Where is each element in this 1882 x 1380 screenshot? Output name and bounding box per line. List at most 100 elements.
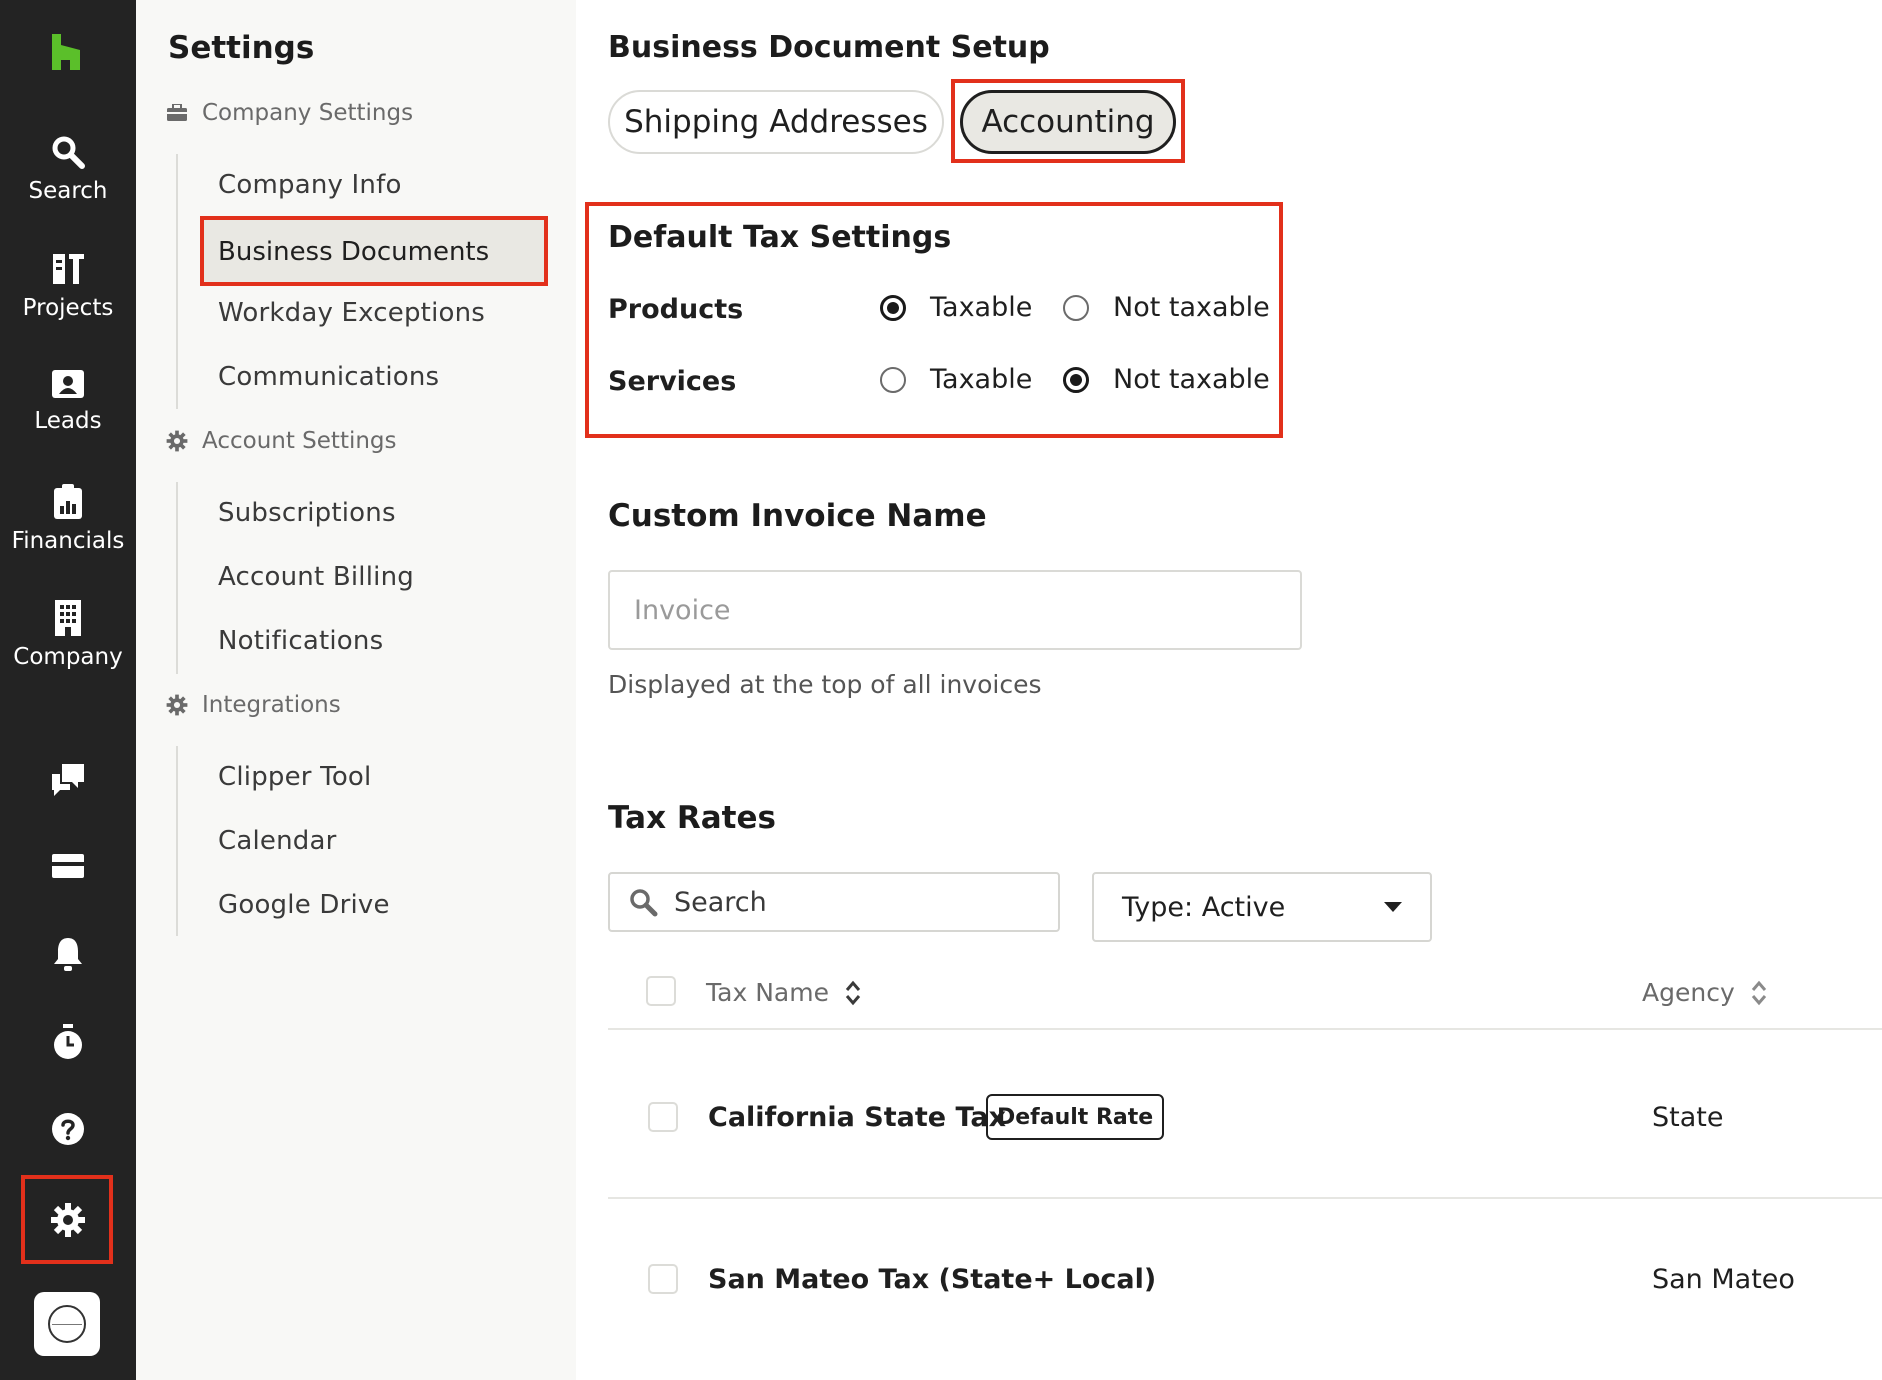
group-divider	[176, 154, 178, 409]
sidebar-item-label: Business Documents	[218, 237, 490, 267]
radio-label: Not taxable	[1113, 364, 1270, 395]
table-header-divider	[608, 1028, 1882, 1030]
tax-settings-title: Default Tax Settings	[608, 220, 952, 255]
sidebar-item-workday-exceptions[interactable]: Workday Exceptions	[218, 298, 485, 328]
group-company-settings: Company Settings	[166, 100, 413, 126]
services-taxable-radio[interactable]: Taxable	[880, 364, 1032, 395]
column-label: Agency	[1642, 978, 1735, 1007]
radio-unselected-icon	[1063, 294, 1089, 321]
products-label: Products	[608, 294, 744, 325]
tax-search-input[interactable]	[674, 886, 1034, 918]
chevron-down-icon	[1384, 902, 1402, 912]
services-not-taxable-radio[interactable]: Not taxable	[1063, 364, 1270, 395]
chat-icon	[52, 764, 84, 796]
sidebar-item-subscriptions[interactable]: Subscriptions	[218, 498, 396, 528]
sidebar-item-business-documents[interactable]: Business Documents	[200, 216, 548, 286]
agency-cell: San Mateo	[1652, 1264, 1795, 1295]
group-account-settings: Account Settings	[166, 428, 397, 454]
column-header-agency[interactable]: Agency	[1642, 978, 1767, 1007]
invoice-helper-text: Displayed at the top of all invoices	[608, 670, 1042, 699]
radio-label: Taxable	[930, 364, 1033, 395]
company-icon	[55, 600, 81, 636]
tax-search-box[interactable]	[608, 872, 1060, 932]
sidebar-item-clipper-tool[interactable]: Clipper Tool	[218, 762, 371, 792]
projects-icon	[53, 254, 84, 284]
timer-icon	[54, 1024, 82, 1059]
inbox-button[interactable]	[0, 852, 136, 880]
tax-rates-title: Tax Rates	[608, 800, 776, 836]
search-icon	[630, 889, 658, 917]
select-all-checkbox[interactable]	[646, 976, 676, 1006]
houzz-logo-icon[interactable]	[50, 34, 82, 74]
settings-sidebar: Settings Company Settings Company Info B…	[136, 0, 576, 1380]
avatar-icon	[48, 1305, 86, 1343]
sidebar-item-communications[interactable]: Communications	[218, 362, 439, 392]
inbox-icon	[52, 854, 84, 878]
sidebar-item-calendar[interactable]: Calendar	[218, 826, 337, 856]
sidebar-title: Settings	[168, 30, 315, 66]
row-checkbox[interactable]	[648, 1102, 678, 1132]
group-label: Company Settings	[202, 100, 414, 126]
custom-invoice-name-title: Custom Invoice Name	[608, 498, 987, 534]
rail-item-leads[interactable]: Leads	[0, 368, 136, 434]
rail-item-projects[interactable]: Projects	[0, 251, 136, 321]
type-filter-select[interactable]: Type: Active	[1092, 872, 1432, 942]
default-rate-badge: Default Rate	[986, 1094, 1165, 1140]
left-rail: Search Projects Leads Financials Company	[0, 0, 136, 1380]
avatar-button[interactable]	[34, 1292, 100, 1356]
sort-icon	[845, 980, 861, 1005]
sidebar-item-company-info[interactable]: Company Info	[218, 170, 402, 200]
sort-icon	[1751, 980, 1766, 1005]
group-divider	[176, 746, 178, 936]
rail-item-company[interactable]: Company	[0, 600, 136, 670]
radio-label: Taxable	[930, 292, 1033, 323]
rail-label-projects: Projects	[22, 295, 114, 321]
gear-icon	[166, 694, 188, 716]
group-integrations: Integrations	[166, 692, 341, 718]
rail-label-search: Search	[28, 178, 108, 204]
page-title: Business Document Setup	[608, 30, 1050, 65]
help-button[interactable]	[0, 1112, 136, 1146]
radio-unselected-icon	[880, 366, 906, 393]
invoice-name-input[interactable]	[608, 570, 1302, 650]
sidebar-item-account-billing[interactable]: Account Billing	[218, 562, 414, 592]
type-filter-value: Type: Active	[1122, 891, 1286, 923]
row-checkbox[interactable]	[648, 1264, 678, 1294]
tab-shipping-addresses[interactable]: Shipping Addresses	[608, 90, 944, 154]
search-icon	[52, 136, 85, 169]
briefcase-icon	[167, 104, 187, 121]
settings-button[interactable]	[0, 1202, 136, 1238]
chat-button[interactable]	[0, 762, 136, 798]
row-divider	[608, 1197, 1882, 1199]
tab-accounting[interactable]: Accounting	[960, 90, 1176, 154]
rail-item-search[interactable]: Search	[0, 134, 136, 204]
financials-icon	[54, 484, 82, 519]
column-label: Tax Name	[706, 978, 829, 1007]
notifications-button[interactable]	[0, 936, 136, 972]
agency-cell: State	[1652, 1102, 1724, 1133]
sidebar-item-google-drive[interactable]: Google Drive	[218, 890, 390, 920]
rail-item-financials[interactable]: Financials	[0, 484, 136, 554]
bell-icon	[54, 938, 82, 971]
products-not-taxable-radio[interactable]: Not taxable	[1063, 292, 1270, 323]
group-label: Account Settings	[202, 428, 397, 454]
timer-button[interactable]	[0, 1024, 136, 1060]
help-icon	[52, 1113, 84, 1145]
rail-label-leads: Leads	[34, 408, 102, 434]
rail-label-company: Company	[13, 644, 123, 670]
gear-icon	[51, 1203, 85, 1237]
sidebar-item-notifications[interactable]: Notifications	[218, 626, 383, 656]
column-header-tax-name[interactable]: Tax Name	[706, 978, 861, 1007]
group-divider	[176, 482, 178, 674]
radio-selected-icon	[1063, 366, 1089, 393]
group-label: Integrations	[202, 692, 341, 718]
tax-name-cell[interactable]: California State Tax	[708, 1102, 1006, 1133]
radio-label: Not taxable	[1113, 292, 1270, 323]
rail-label-financials: Financials	[11, 528, 125, 554]
products-taxable-radio[interactable]: Taxable	[880, 292, 1032, 323]
radio-selected-icon	[880, 294, 906, 321]
leads-icon	[52, 370, 84, 398]
services-label: Services	[608, 366, 737, 397]
gear-icon	[166, 430, 188, 452]
tax-name-cell[interactable]: San Mateo Tax (State+ Local)	[708, 1264, 1156, 1295]
